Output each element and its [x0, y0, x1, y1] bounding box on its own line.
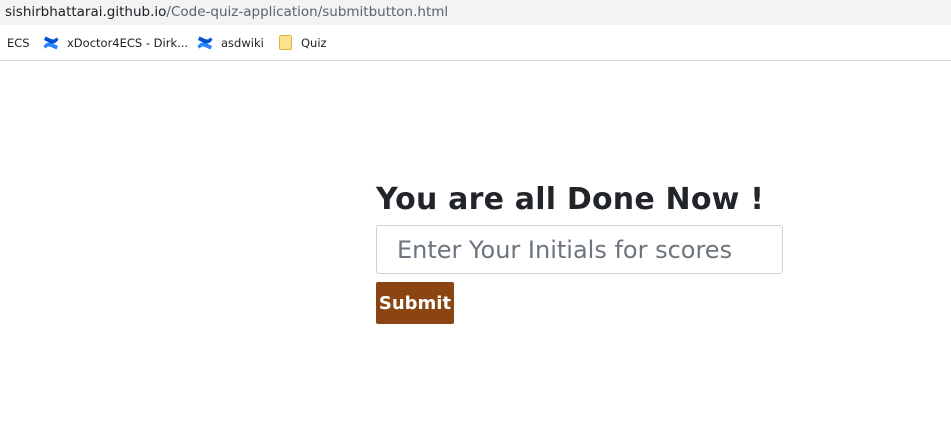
bookmark-xdoctor4ecs[interactable]: xDoctor4ECS - Dirk... [42, 25, 188, 60]
bookmark-ecs[interactable]: ECS [7, 25, 30, 60]
confluence-icon [197, 36, 213, 49]
done-panel: You are all Done Now ! Submit [376, 180, 783, 324]
url-path: /Code-quiz-application/submitbutton.html [166, 4, 449, 20]
bookmark-folder-quiz[interactable]: Quiz [277, 25, 327, 60]
bookmarks-bar: ECS xDoctor4ECS - Dirk... asdwiki Quiz [0, 25, 951, 61]
folder-icon [279, 35, 292, 50]
bookmark-label: asdwiki [221, 35, 264, 50]
bookmark-label: Quiz [301, 35, 327, 50]
bookmark-label: xDoctor4ECS - Dirk... [67, 35, 189, 50]
bookmark-asdwiki[interactable]: asdwiki [196, 25, 264, 60]
initials-input[interactable] [376, 225, 783, 274]
url-host: sishirbhattarai.github.io [5, 4, 167, 20]
page-title: You are all Done Now ! [376, 182, 765, 217]
confluence-icon [43, 36, 59, 49]
address-bar[interactable]: sishirbhattarai.github.io/Code-quiz-appl… [0, 0, 951, 25]
bookmark-label: ECS [7, 35, 30, 50]
submit-button[interactable]: Submit [376, 282, 454, 324]
